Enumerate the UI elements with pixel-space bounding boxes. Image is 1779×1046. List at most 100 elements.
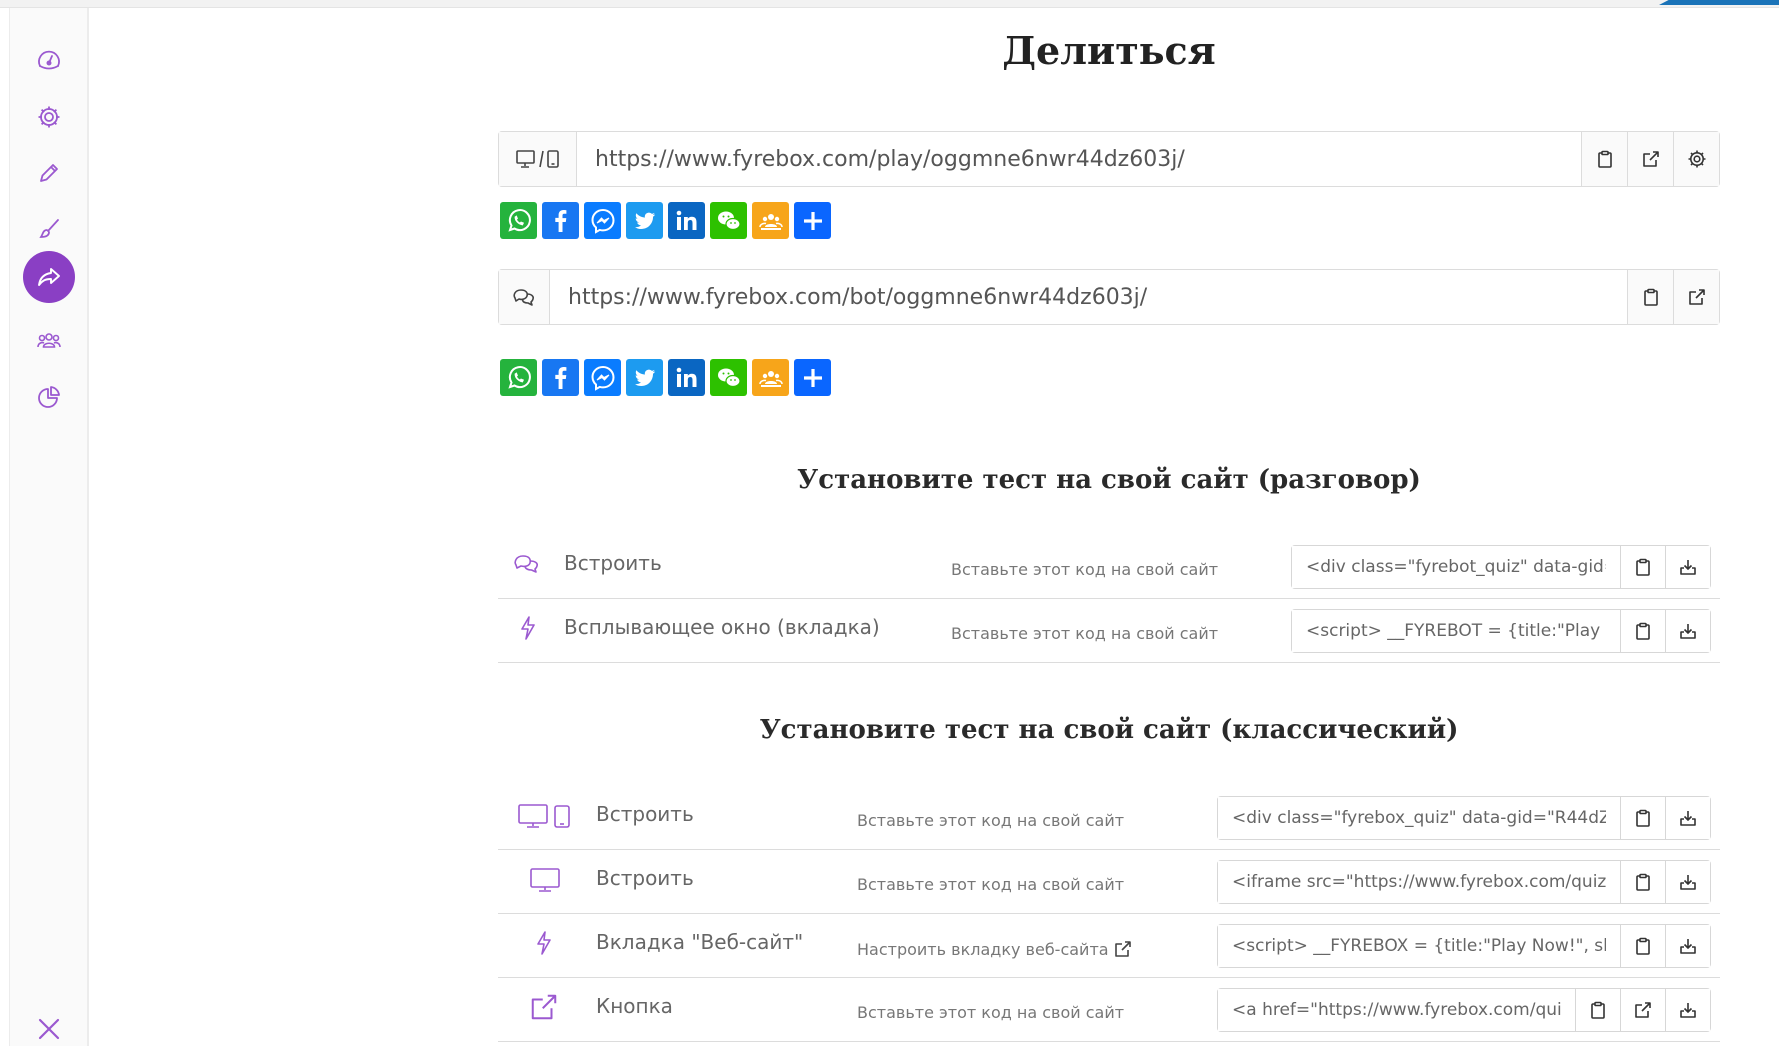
classic-website-tab-code-box [1217,924,1711,968]
classic-button-row: Кнопка Вставьте этот код на свой сайт [498,978,1720,1042]
messenger-icon [590,365,615,391]
copy-code-button[interactable] [1620,925,1665,967]
conversation-popup-code-box [1291,609,1711,653]
bot-share-buttons [500,359,831,396]
classic-website-tab-row: Вкладка "Веб-сайт" Настроить вкладку веб… [498,914,1720,978]
pie-chart-icon [38,386,60,408]
share-more-button[interactable] [794,202,831,239]
open-play-link-button[interactable] [1627,132,1673,186]
classic-embed-iframe-code-box [1217,860,1711,904]
clipboard-icon [1636,809,1650,827]
conversation-popup-code-input[interactable] [1292,610,1620,652]
play-link-settings-button[interactable] [1673,132,1719,186]
wechat-icon [717,368,741,387]
share-wechat-button[interactable] [710,359,747,396]
download-icon [1680,560,1696,575]
sidebar-item-design[interactable] [23,203,75,255]
download-code-button[interactable] [1665,925,1710,967]
conversation-popup-name: Всплывающее окно (вкладка) [564,615,880,639]
sidebar-item-users[interactable] [23,315,75,367]
open-bot-link-button[interactable] [1673,270,1719,324]
share-messenger-button[interactable] [584,202,621,239]
sidebar [9,8,89,1046]
share-facebook-button[interactable] [542,359,579,396]
copy-code-button[interactable] [1620,610,1665,652]
share-messenger-button[interactable] [584,359,621,396]
share-odnoklassniki-button[interactable] [752,359,789,396]
clipboard-icon [1636,873,1650,891]
share-linkedin-button[interactable] [668,202,705,239]
twitter-icon [634,212,655,229]
sidebar-item-edit[interactable] [23,147,75,199]
classic-section-title: Установите тест на свой сайт (классическ… [759,715,1459,745]
play-link-prefix [499,132,577,186]
copy-play-link-button[interactable] [1581,132,1627,186]
download-code-button[interactable] [1665,610,1710,652]
clipboard-icon [1636,558,1650,576]
sidebar-item-settings[interactable] [23,91,75,143]
clipboard-icon [1643,288,1658,306]
bot-link-prefix [499,270,550,324]
share-wechat-button[interactable] [710,202,747,239]
copy-bot-link-button[interactable] [1627,270,1673,324]
sidebar-item-dashboard[interactable] [23,35,75,87]
classic-website-tab-code-input[interactable] [1218,925,1620,967]
copy-code-button[interactable] [1620,861,1665,903]
sidebar-item-reports[interactable] [23,371,75,423]
play-share-buttons [500,202,831,239]
share-odnoklassniki-button[interactable] [752,202,789,239]
linkedin-icon [676,367,696,387]
configure-website-tab-link[interactable]: Настроить вкладку веб-сайта [857,939,1133,959]
lightning-icon [537,931,551,955]
bot-link-input[interactable] [550,270,1627,324]
download-icon [1680,624,1696,639]
classic-embed-responsive-hint: Вставьте этот код на свой сайт [857,811,1125,830]
download-icon [1680,811,1696,826]
share-twitter-button[interactable] [626,359,663,396]
external-link-icon [531,994,557,1020]
share-facebook-button[interactable] [542,202,579,239]
twitter-icon [634,369,655,386]
share-whatsapp-button[interactable] [500,202,537,239]
gear-icon [38,106,60,128]
external-link-icon [1688,289,1705,305]
copy-code-button[interactable] [1620,797,1665,839]
download-code-button[interactable] [1665,989,1710,1031]
external-link-icon [1635,1002,1651,1018]
share-twitter-button[interactable] [626,202,663,239]
classic-button-code-input[interactable] [1218,989,1575,1031]
clipboard-icon [1636,622,1650,640]
odnoklassniki-icon [758,370,783,387]
facebook-icon [554,209,566,232]
play-link-input[interactable] [577,132,1581,186]
share-more-button[interactable] [794,359,831,396]
clipboard-icon [1591,1001,1605,1019]
copy-code-button[interactable] [1575,989,1620,1031]
classic-embed-iframe-hint: Вставьте этот код на свой сайт [857,875,1125,894]
classic-embed-responsive-code-input[interactable] [1218,797,1620,839]
conversation-popup-hint: Вставьте этот код на свой сайт [951,624,1219,643]
share-linkedin-button[interactable] [668,359,705,396]
classic-embed-iframe-row: Встроить Вставьте этот код на свой сайт [498,850,1720,914]
page-title: Делиться [1002,28,1216,73]
copy-code-button[interactable] [1620,546,1665,588]
classic-embed-iframe-code-input[interactable] [1218,861,1620,903]
download-code-button[interactable] [1665,797,1710,839]
close-icon[interactable] [34,1014,64,1044]
open-link-button[interactable] [1620,989,1665,1031]
sidebar-item-share[interactable] [23,251,75,303]
whatsapp-icon [507,365,531,389]
clipboard-icon [1636,937,1650,955]
download-code-button[interactable] [1665,546,1710,588]
gear-icon [1688,150,1705,168]
users-group-icon [37,333,61,348]
plus-icon [803,368,822,387]
chat-bubbles-icon [514,555,538,573]
wechat-icon [717,211,741,230]
download-code-button[interactable] [1665,861,1710,903]
download-icon [1680,1003,1696,1018]
linkedin-icon [676,210,696,230]
classic-embed-iframe-name: Встроить [596,866,694,890]
conversation-embed-code-input[interactable] [1292,546,1620,588]
share-whatsapp-button[interactable] [500,359,537,396]
